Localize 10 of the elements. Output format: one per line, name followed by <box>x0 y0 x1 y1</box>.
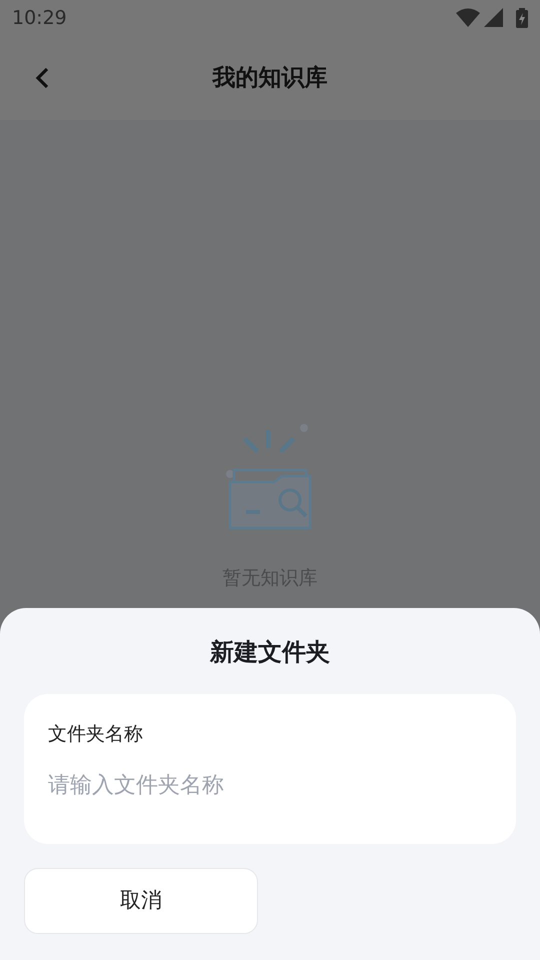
folder-name-input[interactable]: 请输入文件夹名称 <box>48 768 492 802</box>
page-title: 我的知识库 <box>212 64 328 93</box>
battery-icon <box>516 8 528 28</box>
back-icon[interactable] <box>34 66 50 90</box>
status-time: 10:29 <box>12 6 67 31</box>
cancel-button[interactable]: 取消 <box>24 868 258 934</box>
wifi-icon <box>456 8 480 28</box>
field-label: 文件夹名称 <box>48 722 144 747</box>
signal-icon <box>484 8 504 28</box>
dialog-title: 新建文件夹 <box>208 637 331 668</box>
